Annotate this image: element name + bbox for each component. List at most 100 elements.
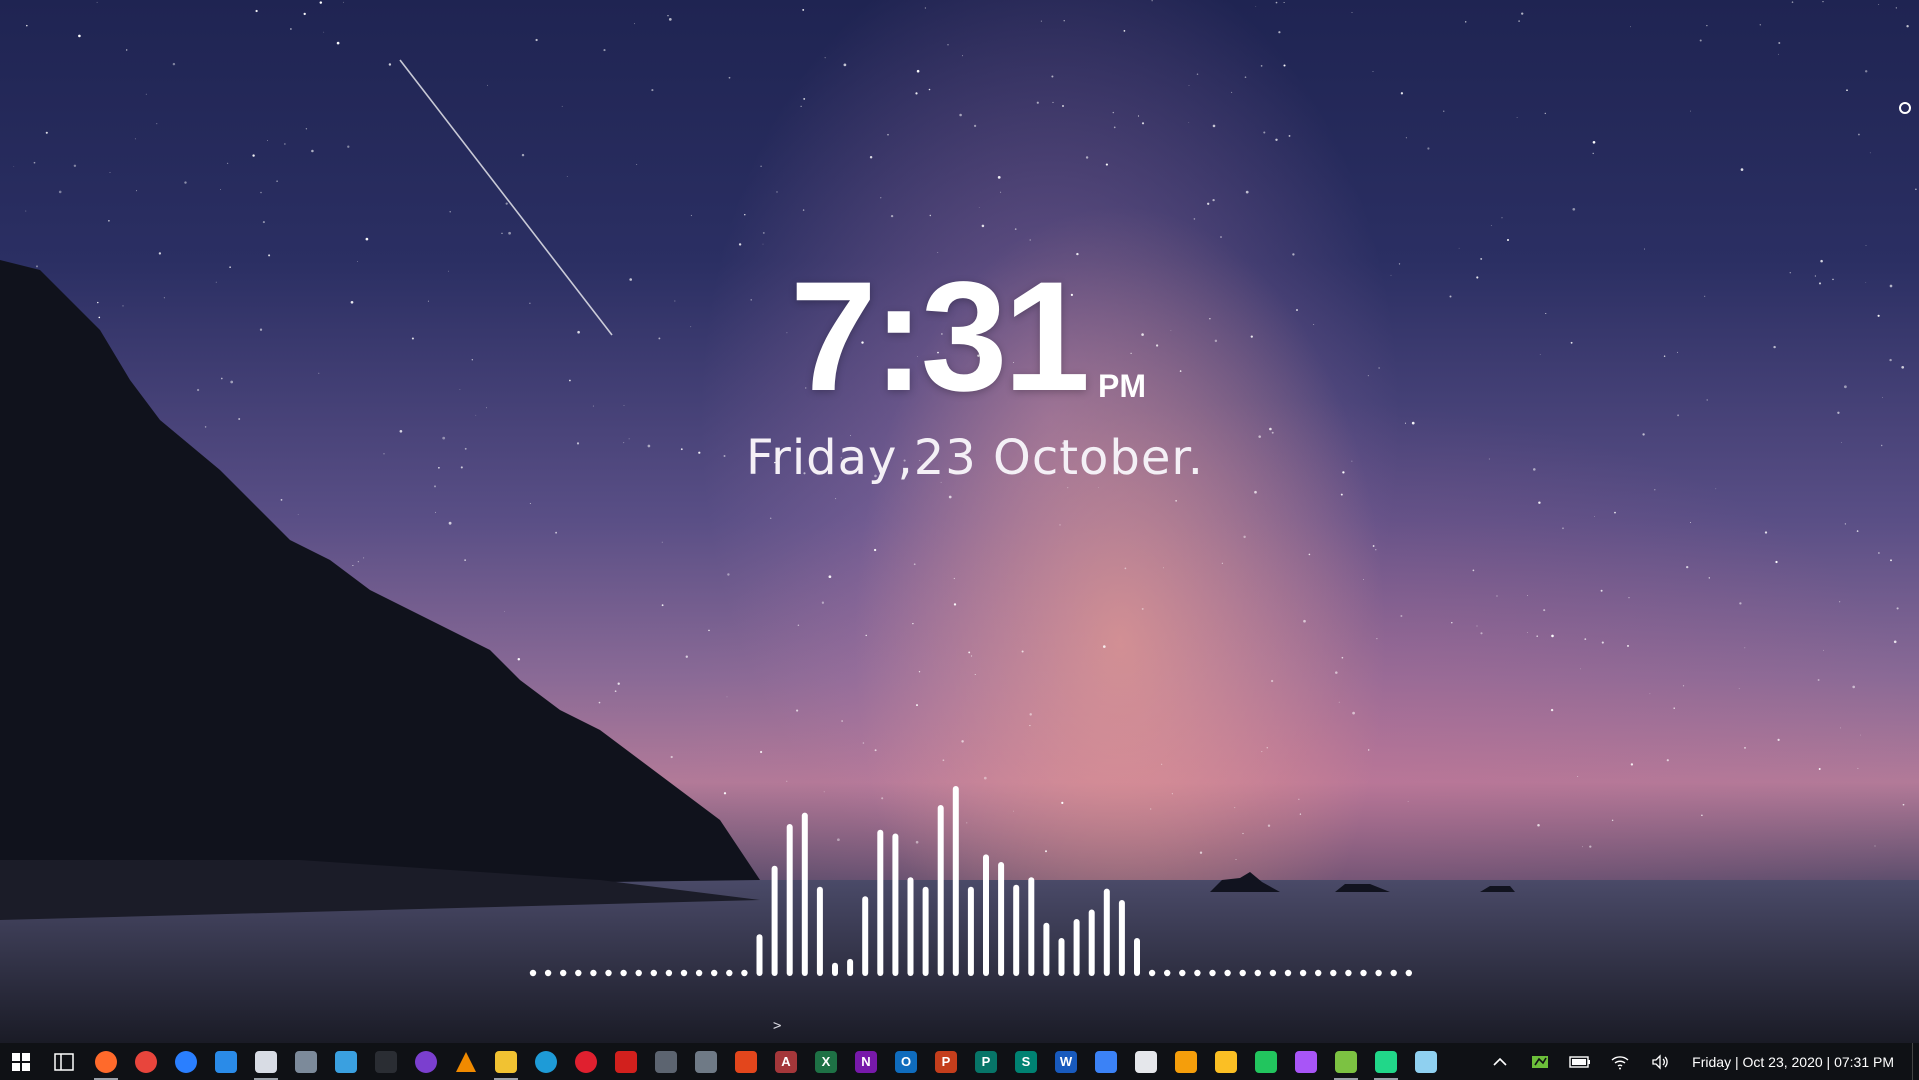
visualizer-bar: [756, 934, 763, 976]
visualizer-dot: [575, 969, 582, 977]
visualizer-bar: [1058, 938, 1065, 976]
powerpoint-icon: P: [935, 1050, 957, 1073]
battery-icon[interactable]: [1560, 1043, 1600, 1080]
taskbar-app-notepad[interactable]: [246, 1043, 286, 1080]
forms-icon: [1295, 1050, 1317, 1073]
audio-visualizer: [529, 786, 1412, 977]
visualizer-dot: [1315, 969, 1322, 977]
vscode-icon: [215, 1050, 237, 1073]
visualizer-bar: [877, 829, 884, 976]
taskbar-app-access[interactable]: A: [766, 1043, 806, 1080]
rainmeter-icon: [1335, 1050, 1357, 1073]
penguin-icon: [695, 1050, 717, 1073]
visualizer-bar: [1103, 888, 1110, 976]
office-icon: [735, 1050, 757, 1073]
visualizer-dot: [726, 969, 733, 977]
visualizer-bar: [1028, 877, 1035, 976]
taskbar-app-keep[interactable]: [1206, 1043, 1246, 1080]
visualizer-dot: [605, 969, 612, 977]
show-desktop-button[interactable]: [1912, 1043, 1919, 1080]
taskbar-app-rainmeter-green[interactable]: [1326, 1043, 1366, 1080]
sheets-icon: [1255, 1050, 1277, 1073]
taskbar-app-snipping[interactable]: [646, 1043, 686, 1080]
gpu-icon[interactable]: [1520, 1043, 1560, 1080]
remote-desktop-icon: [335, 1050, 357, 1073]
tray-clock[interactable]: Friday | Oct 23, 2020 | 07:31 PM: [1680, 1054, 1912, 1070]
visualizer-dot: [680, 969, 688, 977]
desktop-clock-widget: 7:31 PM: [790, 259, 1150, 415]
firefox-blue-icon: [175, 1050, 197, 1073]
visualizer-dot: [1254, 969, 1261, 977]
taskbar-app-powerpoint[interactable]: P: [926, 1043, 966, 1080]
vlc-icon: [456, 1051, 476, 1072]
taskbar-app-tor[interactable]: [406, 1043, 446, 1080]
taskbar-app-outlook[interactable]: O: [886, 1043, 926, 1080]
visualizer-bar: [983, 854, 989, 976]
visualizer-bar: [816, 886, 823, 976]
taskbar-app-edge[interactable]: [526, 1043, 566, 1080]
volume-icon[interactable]: [1640, 1043, 1680, 1080]
visualizer-dot: [1375, 969, 1382, 977]
visualizer-dot: [1224, 969, 1231, 977]
taskbar-app-vlc[interactable]: [446, 1043, 486, 1080]
taskbar-app-acrobat[interactable]: [606, 1043, 646, 1080]
visualizer-dot: [1269, 969, 1277, 977]
chevron-up-icon[interactable]: [1480, 1043, 1520, 1080]
taskbar-app-forms[interactable]: [1286, 1043, 1326, 1080]
taskbar-app-eraser[interactable]: [1406, 1043, 1446, 1080]
text-file-icon: [1135, 1050, 1157, 1073]
clock-ampm: PM: [1098, 368, 1146, 404]
visualizer-bar: [862, 896, 869, 976]
visualizer-dot: [1360, 969, 1367, 977]
acrobat-icon: [615, 1050, 637, 1073]
taskbar-app-chrome[interactable]: [126, 1043, 166, 1080]
firefox-icon: [95, 1050, 117, 1073]
taskbar-app-excel[interactable]: X: [806, 1043, 846, 1080]
visualizer-dot: [1179, 969, 1186, 977]
taskbar-app-calculator[interactable]: [286, 1043, 326, 1080]
taskbar-app-firefox[interactable]: [86, 1043, 126, 1080]
taskbar-app-text-file[interactable]: [1126, 1043, 1166, 1080]
taskbar-app-sheets[interactable]: [1246, 1043, 1286, 1080]
access-icon: A: [775, 1050, 797, 1073]
visualizer-bar: [832, 962, 838, 976]
taskbar-app-terminal[interactable]: [366, 1043, 406, 1080]
taskbar-app-slides-orange[interactable]: [1166, 1043, 1206, 1080]
visualizer-bar: [847, 958, 854, 976]
taskbar-app-sway[interactable]: S: [1006, 1043, 1046, 1080]
onenote-icon: N: [855, 1050, 877, 1073]
eraser-icon: [1415, 1050, 1437, 1073]
taskbar-app-vscode[interactable]: [206, 1043, 246, 1080]
taskbar-app-publisher[interactable]: P: [966, 1043, 1006, 1080]
taskbar-app-linux-tool[interactable]: [686, 1043, 726, 1080]
visualizer-bar: [786, 824, 793, 976]
pycharm-icon: [1375, 1050, 1397, 1073]
taskbar-app-docs[interactable]: [1086, 1043, 1126, 1080]
system-tray: Friday | Oct 23, 2020 | 07:31 PM: [1480, 1043, 1919, 1080]
wifi-icon[interactable]: [1600, 1043, 1640, 1080]
taskbar-app-office[interactable]: [726, 1043, 766, 1080]
visualizer-dot: [1194, 969, 1201, 977]
windows-start-icon[interactable]: [0, 1043, 42, 1080]
taskbar-app-pycharm[interactable]: [1366, 1043, 1406, 1080]
slides-icon: [1175, 1050, 1197, 1073]
visualizer-dot: [1330, 969, 1337, 977]
taskbar-app-onenote[interactable]: N: [846, 1043, 886, 1080]
pinned-apps: AXNOPPSW: [86, 1043, 1446, 1080]
visualizer-bar: [967, 886, 974, 976]
taskbar-app-remote-desktop[interactable]: [326, 1043, 366, 1080]
taskbar-app-opera[interactable]: [566, 1043, 606, 1080]
taskbar: AXNOPPSW Friday | Oct 23, 2020 | 07:31 P…: [0, 1043, 1919, 1080]
visualizer-dot: [665, 969, 673, 977]
notepad-icon: [255, 1050, 277, 1073]
visualizer-bar: [937, 805, 944, 976]
rainmeter-dot[interactable]: [1899, 102, 1911, 114]
taskbar-app-file-explorer[interactable]: [486, 1043, 526, 1080]
taskbar-app-firefox-nightly[interactable]: [166, 1043, 206, 1080]
taskbar-app-word[interactable]: W: [1046, 1043, 1086, 1080]
word-icon: W: [1055, 1050, 1077, 1073]
visualizer-dot: [695, 969, 703, 977]
visualizer-dot: [741, 969, 748, 977]
task-view-icon[interactable]: [42, 1043, 86, 1080]
visualizer-bar: [998, 862, 1005, 976]
